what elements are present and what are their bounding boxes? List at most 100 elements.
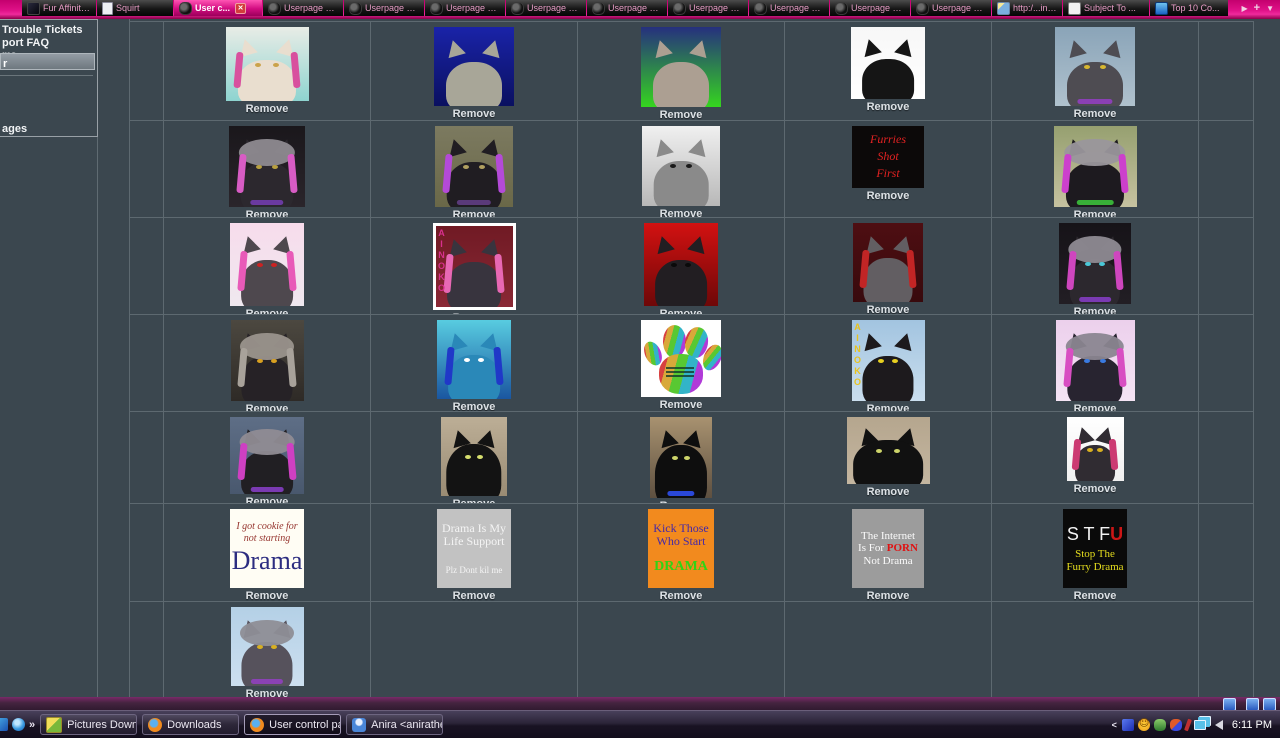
taskbar-button-label: User control panel -... (269, 718, 340, 731)
tab-userpage-o-[interactable]: Userpage o... (749, 0, 829, 16)
avatar-text-line: Is For PORN (858, 542, 918, 555)
tab-label: Userpage o... (284, 3, 338, 13)
paw-icon (916, 1, 929, 15)
tab-user-c-[interactable]: User c... ✕ (174, 0, 262, 16)
cat-collar (1079, 296, 1111, 303)
tab-http-in1-0[interactable]: http:/...in1.0 (992, 0, 1062, 16)
avatar-text-line: DRAMA (654, 559, 708, 575)
remove-link[interactable]: Remove (660, 590, 703, 601)
remove-link[interactable]: Remove (1074, 403, 1117, 411)
avatar-cell: Remove (164, 315, 371, 412)
remove-link[interactable]: Remove (1074, 590, 1117, 601)
taskbar-clock[interactable]: 6:11 PM (1232, 719, 1272, 731)
remove-link[interactable]: Remove (867, 304, 910, 314)
avatar-cell: Remove (992, 315, 1199, 412)
avatar-text-segment: U (1110, 523, 1124, 544)
remove-link[interactable]: Remove (1074, 108, 1117, 120)
remove-link[interactable]: Remove (867, 190, 910, 202)
pidgin-icon[interactable] (1169, 718, 1182, 731)
tab-userpage-o-[interactable]: Userpage o... (911, 0, 991, 16)
tab-scroll-right-button[interactable]: ▶ (1241, 4, 1247, 13)
cat-head (1067, 355, 1123, 401)
cat-ear (689, 37, 711, 58)
remove-link[interactable]: Remove (246, 209, 289, 217)
tab-label: Squirt (116, 3, 140, 13)
network-icon[interactable] (1193, 719, 1206, 730)
firefox-icon (148, 717, 163, 732)
avatar-cell: Remove (578, 315, 785, 412)
taskbar-button-anira-anirathesno[interactable]: Anira <anirathesno... (346, 714, 444, 735)
tab-label: Fur Affinity... (43, 3, 91, 13)
remove-link[interactable]: Remove (453, 209, 496, 217)
remove-link[interactable]: Remove (660, 399, 703, 411)
remove-link[interactable]: Remove (453, 108, 496, 120)
tab-close-button[interactable]: ✕ (235, 2, 247, 14)
avatar-image (641, 320, 721, 397)
avatar-image (1066, 417, 1124, 481)
new-tab-button[interactable]: + (1254, 2, 1260, 14)
tab-squirt[interactable]: Squirt (97, 0, 173, 16)
remove-link[interactable]: Remove (246, 403, 289, 411)
taskbar: » Pictures Downloade... Downloads User con… (0, 710, 1280, 738)
cat-collar (250, 678, 284, 685)
avatar-text: Drama Is My Life Support Plz Dont kil me (437, 509, 511, 588)
remove-link[interactable]: Remove (660, 208, 703, 217)
tab-userpage-o-[interactable]: Userpage o... (668, 0, 748, 16)
cat-ear (444, 37, 466, 58)
remove-link[interactable]: Remove (1074, 306, 1117, 314)
remove-link[interactable]: Remove (1074, 483, 1117, 495)
tab-top-10-co-[interactable]: Top 10 Co... (1150, 0, 1228, 16)
grid-rail-cell (130, 504, 164, 602)
remove-link[interactable]: Remove (246, 496, 289, 503)
grid-rail-cell (1199, 602, 1254, 699)
avatar-text-segment: I got cookie for (236, 521, 298, 533)
remove-link[interactable]: Remove (867, 486, 910, 498)
sidebar-item-support-faq[interactable]: port FAQ (2, 37, 49, 49)
tab-userpage-o-[interactable]: Userpage o... (263, 0, 343, 16)
avatar-text-segment: Drama (231, 546, 303, 576)
remove-link[interactable]: Remove (246, 308, 289, 314)
buddy-icon[interactable] (1153, 718, 1166, 731)
tab-userpage-o-[interactable]: Userpage o... (830, 0, 910, 16)
avatar-image: AINOKO (851, 320, 925, 401)
sidebar-item-trouble-tickets[interactable]: Trouble Tickets (2, 24, 83, 36)
ribbon-icon[interactable] (1183, 718, 1192, 731)
remove-link[interactable]: Remove (660, 308, 703, 314)
cat-eye (877, 358, 884, 363)
tab-userpage-o-[interactable]: Userpage o... (425, 0, 505, 16)
remove-link[interactable]: Remove (246, 103, 289, 115)
remove-link[interactable]: Remove (867, 403, 910, 411)
remove-link[interactable]: Remove (453, 590, 496, 601)
avatar-cell: S T FU Stop The Furry Drama Remove (992, 504, 1199, 602)
volume-icon[interactable] (1214, 719, 1223, 730)
tab-subject-to-[interactable]: Subject To ... (1063, 0, 1149, 16)
taskbar-button-pictures-downloade[interactable]: Pictures Downloade... (40, 714, 138, 735)
tab-userpage-o-[interactable]: Userpage o... (587, 0, 667, 16)
remove-link[interactable]: Remove (453, 401, 496, 411)
avatar-cell: Remove (371, 121, 578, 218)
taskbar-button-user-control-panel[interactable]: User control panel -... (244, 714, 342, 735)
taskbar-button-downloads[interactable]: Downloads (142, 714, 240, 735)
tab-list-button[interactable]: ▼ (1266, 4, 1274, 13)
cat-eye (1087, 447, 1094, 452)
smiley-icon[interactable] (1137, 718, 1150, 731)
remove-link[interactable]: Remove (246, 590, 289, 601)
remove-link[interactable]: Remove (867, 590, 910, 601)
internet-explorer-icon[interactable] (12, 718, 25, 731)
remove-link[interactable]: Remove (867, 101, 910, 113)
remove-link[interactable]: Remove (1074, 209, 1117, 217)
tab-fur-affinity-[interactable]: Fur Affinity... (22, 0, 96, 16)
msn-icon[interactable] (1121, 718, 1134, 731)
browser-tab-bar: Fur Affinity... Squirt User c... ✕ Userpage … (0, 0, 1280, 20)
tray-chevron[interactable]: < (1112, 720, 1117, 730)
media-player-icon[interactable] (0, 718, 8, 731)
remove-link[interactable]: Remove (660, 109, 703, 120)
sidebar-item-selected[interactable]: r (0, 53, 95, 70)
avatar-grid: Remove Remove Remove Remove Remove Remove Remo… (129, 21, 1254, 699)
avatar-cell: I got cookie for not starting Drama Remove (164, 504, 371, 602)
tab-label: http:/...in1.0 (1013, 3, 1057, 13)
sidebar-item-pages[interactable]: ages (2, 123, 27, 135)
tab-userpage-o-[interactable]: Userpage o... (344, 0, 424, 16)
tab-userpage-o-[interactable]: Userpage o... (506, 0, 586, 16)
paw-icon (349, 1, 362, 15)
